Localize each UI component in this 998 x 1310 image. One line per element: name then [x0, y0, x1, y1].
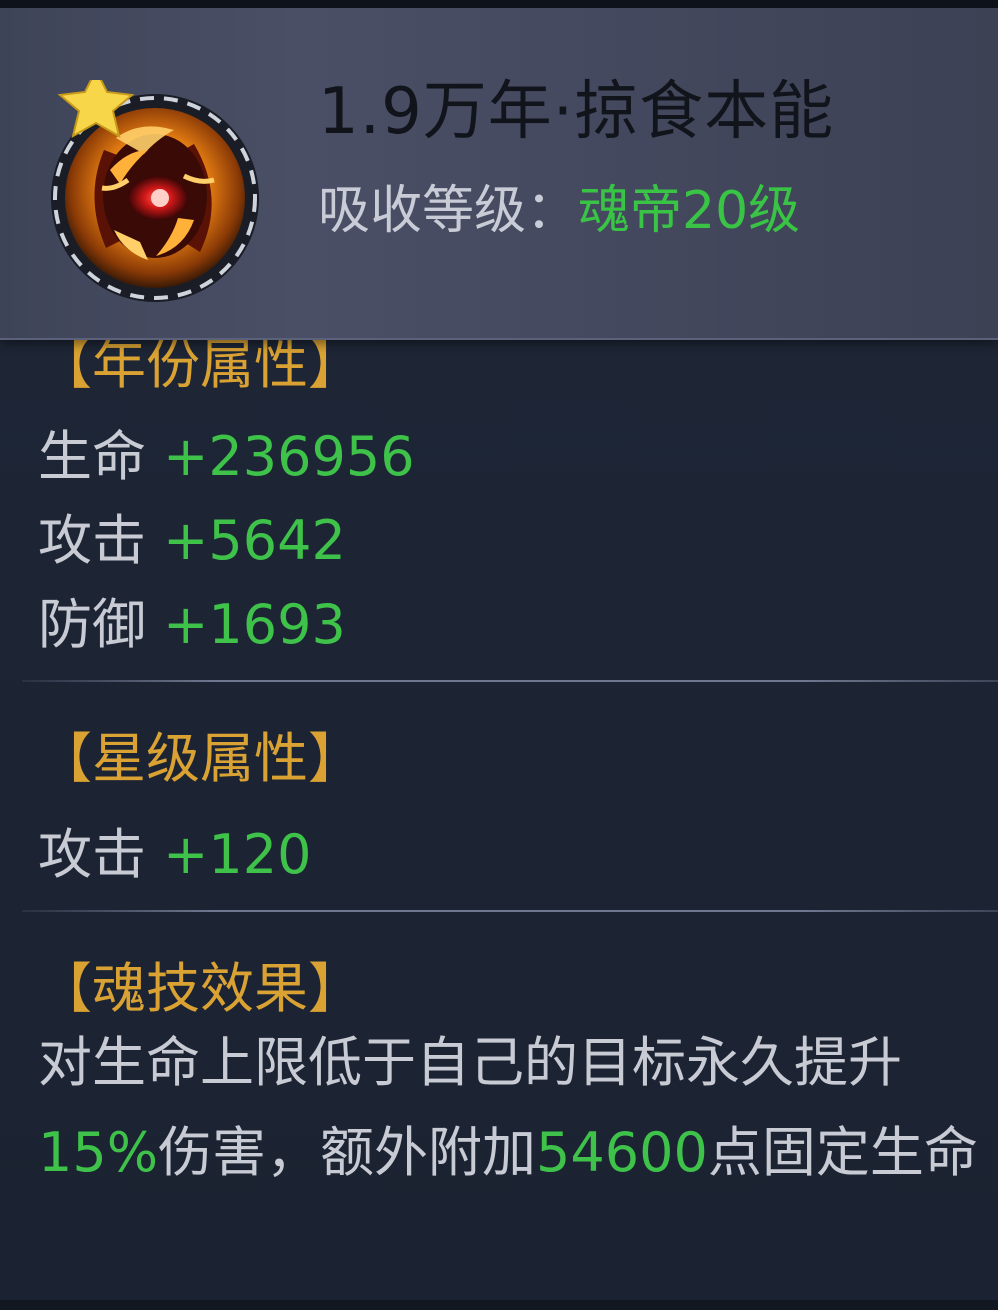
stat-value: +120 — [163, 823, 312, 886]
soul-ring-tooltip: 1.9万年·掠食本能 吸收等级：魂帝20级 【年份属性】 生命 +236956 … — [0, 0, 998, 1310]
skill-effect-description: 对生命上限低于自己的目标永久提升 15%伤害，额外附加54600点固定生命 — [38, 1018, 988, 1198]
desc-text: 对生命上限低于自己的目标永久提升 — [38, 1031, 902, 1094]
bracket-open: 【 — [38, 727, 92, 790]
stat-name: 攻击 — [38, 823, 146, 886]
stat-row-attack: 攻击 +5642 — [38, 496, 346, 575]
absorb-level-row: 吸收等级：魂帝20级 — [318, 168, 800, 243]
stat-value: +236956 — [163, 425, 415, 488]
predator-eye-icon — [51, 80, 259, 302]
soul-ring-title: 1.9万年·掠食本能 — [318, 75, 835, 149]
stat-name: 攻击 — [38, 509, 146, 572]
bracket-close: 】 — [308, 727, 362, 790]
tooltip-header: 1.9万年·掠食本能 吸收等级：魂帝20级 — [0, 8, 998, 340]
top-edge — [0, 0, 998, 8]
stat-row-defense: 防御 +1693 — [38, 580, 346, 659]
bracket-open: 【 — [38, 957, 92, 1020]
desc-text: 伤害，额外附加 — [158, 1121, 537, 1184]
absorb-level-value: 魂帝20级 — [578, 181, 801, 241]
stat-name: 生命 — [38, 425, 146, 488]
absorb-level-label: 吸收等级： — [318, 181, 579, 241]
stat-value: +1693 — [163, 593, 346, 656]
bracket-close: 】 — [308, 957, 362, 1020]
section-title: 魂技效果 — [92, 957, 308, 1020]
desc-amount: 54600 — [536, 1121, 708, 1184]
stat-name: 防御 — [38, 593, 146, 656]
stat-row-hp: 生命 +236956 — [38, 412, 415, 491]
desc-percent: 15% — [38, 1121, 159, 1184]
section-title: 星级属性 — [92, 727, 308, 790]
star-stat-row-attack: 攻击 +120 — [38, 810, 312, 889]
stat-value: +5642 — [163, 509, 346, 572]
section-divider — [22, 910, 998, 912]
star-attributes-heading: 【星级属性】 — [38, 714, 362, 793]
desc-text: 点固定生命 — [707, 1121, 978, 1184]
section-title: 年份属性 — [92, 333, 308, 396]
skill-effect-heading: 【魂技效果】 — [38, 944, 362, 1023]
bracket-open: 【 — [38, 333, 92, 396]
bottom-edge — [0, 1300, 998, 1310]
section-divider — [22, 680, 998, 682]
bracket-close: 】 — [308, 333, 362, 396]
